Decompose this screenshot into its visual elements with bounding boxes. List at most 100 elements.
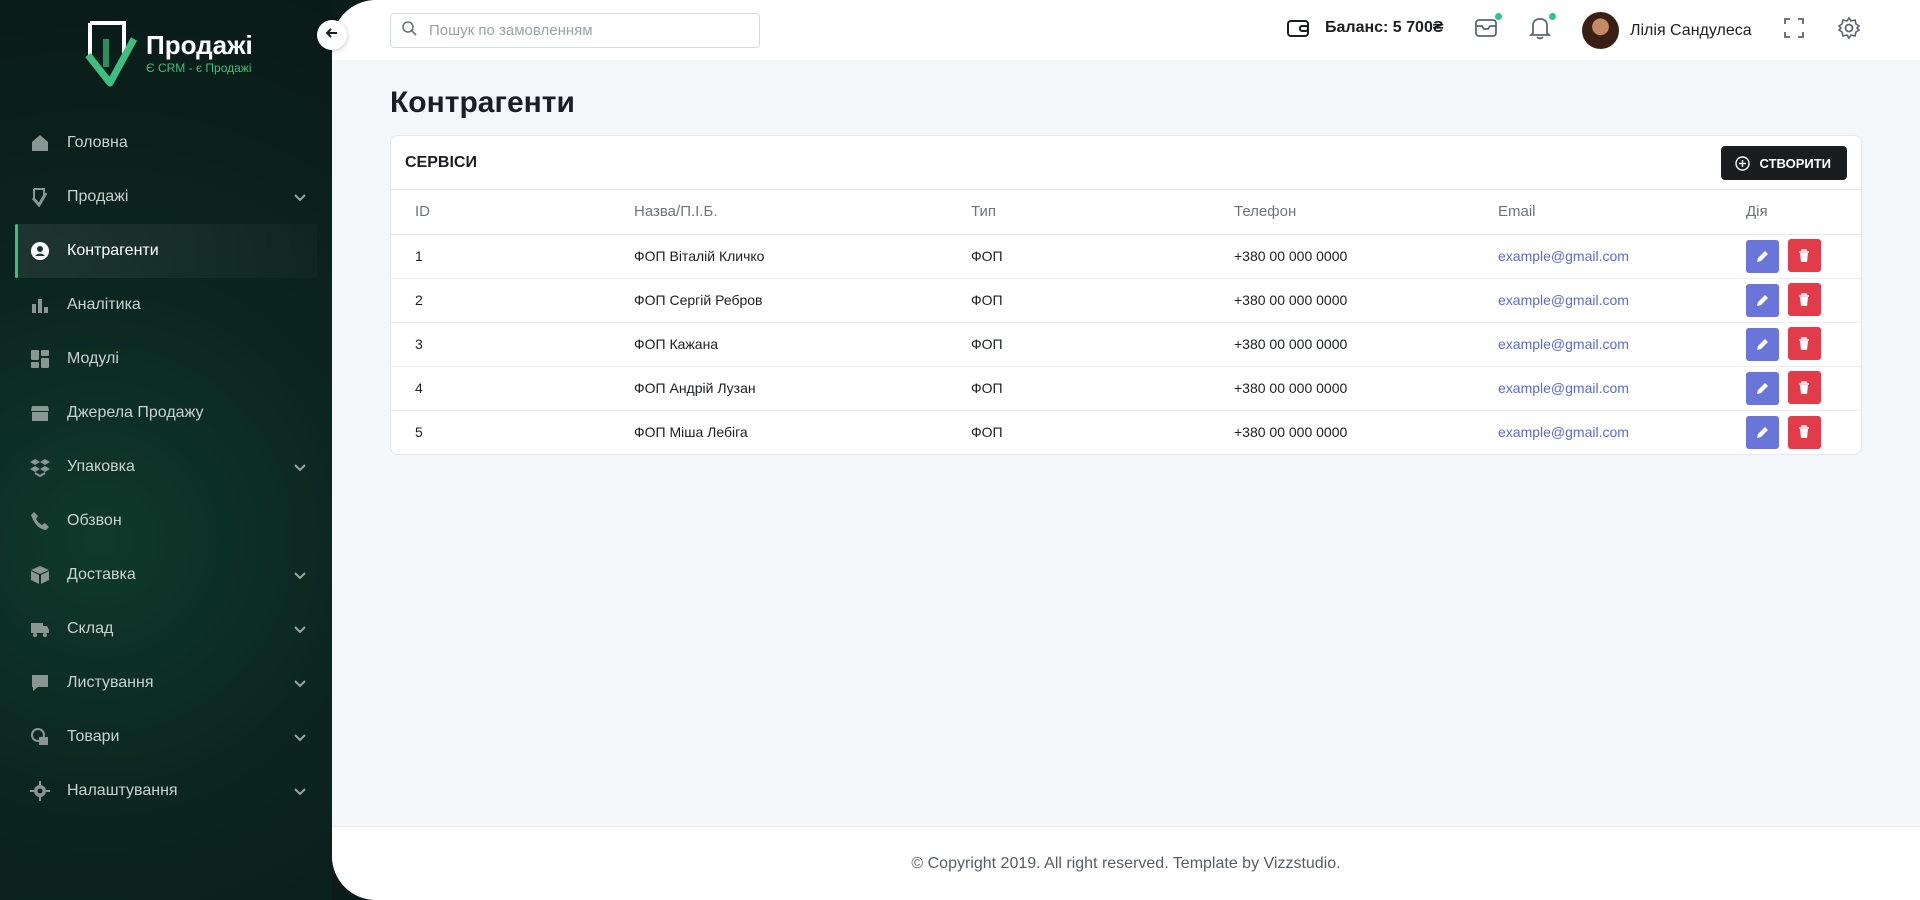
modules-icon — [30, 349, 50, 369]
pencil-icon — [1757, 294, 1768, 306]
edit-button[interactable] — [1746, 371, 1779, 405]
wallet-icon — [1287, 18, 1309, 38]
table-row[interactable]: 5 ФОП Міша Лебіга ФОП +380 00 000 0000 e… — [391, 410, 1861, 454]
box-icon — [30, 565, 50, 585]
balance-display[interactable]: Баланс: 5 700₴ — [1287, 18, 1444, 38]
delete-button[interactable] — [1787, 371, 1821, 405]
column-header-id[interactable]: ID — [391, 190, 634, 235]
chart-icon — [30, 295, 50, 315]
search-input[interactable] — [429, 22, 749, 39]
edit-button[interactable] — [1746, 327, 1779, 361]
user-name: Лілія Сандулеса — [1630, 21, 1752, 39]
column-header-action: Дія — [1746, 190, 1861, 235]
sidebar-item-messages[interactable]: Листування — [0, 656, 332, 710]
create-button-label: СТВОРИТИ — [1759, 155, 1831, 171]
home-icon — [30, 133, 50, 153]
sidebar-item-products[interactable]: Товари — [0, 710, 332, 764]
mail-button[interactable] — [1474, 13, 1502, 44]
truck-icon — [30, 619, 50, 639]
email-link[interactable]: example@gmail.com — [1498, 248, 1629, 264]
sidebar-item-label: Доставка — [67, 566, 136, 583]
plus-circle-icon — [1734, 155, 1750, 171]
phone-icon — [30, 511, 50, 531]
pencil-icon — [1757, 338, 1768, 350]
cell-phone: +380 00 000 0000 — [1234, 322, 1498, 367]
column-header-phone[interactable]: Телефон — [1234, 190, 1498, 235]
sidebar-item-modules[interactable]: Модулі — [0, 332, 332, 386]
cell-type: ФОП — [971, 424, 1003, 441]
sales-icon — [30, 187, 50, 207]
chevron-down-icon — [292, 567, 308, 583]
sidebar-item-home[interactable]: Головна — [0, 116, 332, 170]
edit-button[interactable] — [1746, 283, 1779, 317]
mail-icon — [1474, 17, 1498, 44]
notifications-button[interactable] — [1528, 13, 1556, 42]
search-icon — [401, 20, 417, 41]
chevron-down-icon — [292, 783, 308, 799]
user-menu[interactable]: Лілія Сандулеса — [1582, 12, 1752, 49]
search-box[interactable] — [390, 13, 760, 48]
contractor-icon — [30, 241, 50, 261]
logo-icon — [84, 19, 138, 87]
table-row[interactable]: 4 ФОП Андрій Лузан ФОП +380 00 000 0000 … — [391, 366, 1861, 411]
gear-icon — [1837, 16, 1861, 45]
cell-phone: +380 00 000 0000 — [1234, 278, 1498, 323]
column-header-type[interactable]: Тип — [971, 190, 1234, 235]
cell-actions — [1746, 322, 1861, 367]
sidebar-item-label: Товари — [67, 728, 120, 745]
sidebar-item-delivery[interactable]: Доставка — [0, 548, 332, 602]
edit-button[interactable] — [1746, 416, 1779, 449]
brand-subtitle: Є CRM - є Продажі — [146, 61, 252, 75]
table-row[interactable]: 3 ФОП Кажана ФОП +380 00 000 0000 exampl… — [391, 322, 1861, 367]
trash-icon — [1799, 425, 1810, 438]
sidebar-item-analytics[interactable]: Аналітика — [0, 278, 332, 332]
sidebar-item-sales[interactable]: Продажі — [0, 170, 332, 224]
brand-logo[interactable]: Продажі Є CRM - є Продажі — [84, 18, 253, 88]
contractors-table: ID Назва/П.І.Б. Тип Телефон Email Дія 1 … — [391, 190, 1861, 454]
sidebar-item-label: Склад — [67, 620, 114, 637]
email-link[interactable]: example@gmail.com — [1498, 336, 1629, 352]
cell-phone: +380 00 000 0000 — [1234, 234, 1498, 279]
sidebar: Продажі Є CRM - є Продажі Головна Продаж… — [0, 0, 332, 900]
delete-button[interactable] — [1787, 239, 1821, 273]
email-link[interactable]: example@gmail.com — [1498, 424, 1629, 440]
delete-button[interactable] — [1787, 283, 1821, 317]
cell-type: ФОП — [971, 322, 1234, 367]
fullscreen-button[interactable] — [1782, 17, 1806, 44]
cell-name: ФОП Віталій Кличко — [634, 234, 971, 279]
sidebar-item-label: Продажі — [67, 188, 129, 205]
pencil-icon — [1757, 250, 1768, 262]
sidebar-item-calls[interactable]: Обзвон — [0, 494, 332, 548]
delete-button[interactable] — [1787, 327, 1821, 361]
table-row[interactable]: 2 ФОП Сергій Ребров ФОП +380 00 000 0000… — [391, 278, 1861, 323]
cell-actions — [1746, 366, 1861, 411]
column-header-name[interactable]: Назва/П.І.Б. — [634, 190, 971, 235]
sidebar-item-contractors[interactable]: Контрагенти — [15, 224, 317, 278]
email-link[interactable]: example@gmail.com — [1498, 380, 1629, 396]
sidebar-item-label: Аналітика — [67, 296, 141, 313]
arrow-left-icon — [325, 26, 339, 45]
cell-type: ФОП — [971, 234, 1234, 279]
edit-button[interactable] — [1746, 239, 1779, 273]
card-title: СЕРВІСИ — [405, 153, 477, 171]
top-bar: Баланс: 5 700₴ Лілія Сандулеса — [332, 0, 1920, 60]
chevron-down-icon — [292, 675, 308, 691]
create-button[interactable]: СТВОРИТИ — [1720, 146, 1847, 180]
sidebar-item-warehouse[interactable]: Склад — [0, 602, 332, 656]
chevron-down-icon — [292, 621, 308, 637]
delete-button[interactable] — [1787, 415, 1821, 449]
sidebar-item-packaging[interactable]: Упаковка — [0, 440, 332, 494]
main-content: Баланс: 5 700₴ Лілія Сандулеса — [332, 0, 1920, 900]
cell-name: ФОП Андрій Лузан — [634, 366, 971, 411]
collapse-sidebar-button[interactable] — [317, 20, 347, 50]
email-link[interactable]: example@gmail.com — [1498, 292, 1629, 308]
settings-button[interactable] — [1837, 16, 1861, 45]
cell-id: 2 — [391, 278, 634, 323]
fullscreen-icon — [1783, 17, 1805, 44]
gear-icon — [30, 781, 50, 801]
sidebar-item-settings[interactable]: Налаштування — [0, 764, 332, 818]
column-header-email[interactable]: Email — [1498, 190, 1746, 235]
sidebar-item-sources[interactable]: Джерела Продажу — [0, 386, 332, 440]
cell-name: ФОП Сергій Ребров — [634, 278, 971, 323]
table-row[interactable]: 1 ФОП Віталій Кличко ФОП +380 00 000 000… — [391, 234, 1861, 279]
